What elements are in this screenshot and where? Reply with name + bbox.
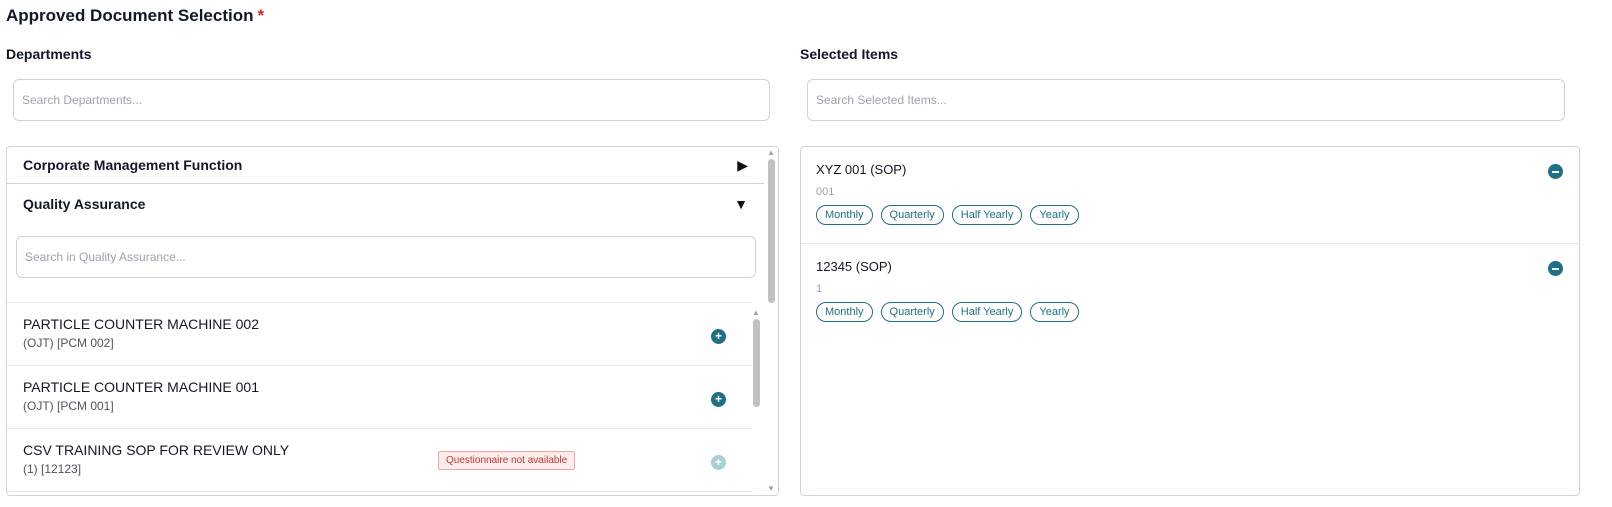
selected-item-code: 1 (816, 283, 823, 295)
item-code: (OJT) [PCM 001] (23, 399, 114, 413)
list-item: CSV TRAINING SOP FOR REVIEW ONLY (1) [12… (7, 429, 752, 492)
tag-quarterly[interactable]: Quarterly (880, 302, 944, 322)
scroll-down-arrow-icon[interactable]: ▼ (766, 485, 776, 493)
triangle-down-icon: ▼ (734, 195, 748, 212)
list-scrollbar[interactable]: ▲ (751, 309, 761, 485)
tag-yearly[interactable]: Yearly (1030, 302, 1079, 322)
departments-search (13, 79, 770, 121)
item-title: CSV TRAINING SOP FOR REVIEW ONLY (23, 442, 290, 458)
list-item: PARTICLE COUNTER MACHINE 002 (OJT) [PCM … (7, 303, 752, 366)
plus-circle-icon: + (711, 455, 726, 470)
selected-item-title: 12345 (SOP) (816, 259, 892, 274)
page-title-text: Approved Document Selection (6, 6, 254, 25)
triangle-right-icon: ▶ (737, 156, 748, 173)
tag-half-yearly[interactable]: Half Yearly (951, 205, 1023, 225)
departments-search-input[interactable] (14, 80, 769, 120)
item-code: (OJT) [PCM 002] (23, 336, 114, 350)
scroll-thumb[interactable] (752, 319, 760, 407)
selected-items-label: Selected Items (800, 46, 899, 62)
dept-group-quality-assurance[interactable]: Quality Assurance ▼ (7, 185, 764, 222)
required-mark: * (257, 6, 265, 25)
questionnaire-status-badge: Questionnaire not available (438, 451, 576, 470)
item-title: PARTICLE COUNTER MACHINE 002 (23, 316, 259, 332)
plus-circle-icon[interactable]: + (711, 329, 726, 344)
tag-quarterly[interactable]: Quarterly (880, 205, 944, 225)
tag-yearly[interactable]: Yearly (1030, 205, 1079, 225)
item-title: PARTICLE COUNTER MACHINE 001 (23, 379, 259, 395)
tag-monthly[interactable]: Monthly (816, 302, 873, 322)
selected-item: 12345 (SOP) 1 Monthly Quarterly Half Yea… (801, 244, 1579, 341)
minus-circle-icon[interactable] (1548, 261, 1563, 276)
frequency-tags: Monthly Quarterly Half Yearly Yearly (816, 205, 1579, 225)
dept-group-name: Corporate Management Function (23, 157, 243, 173)
list-item: PARTICLE COUNTER MACHINE 001 (OJT) [PCM … (7, 366, 752, 429)
dept-group-name: Quality Assurance (23, 195, 146, 212)
selected-items-panel: XYZ 001 (SOP) 001 Monthly Quarterly Half… (800, 146, 1580, 496)
scroll-thumb[interactable] (767, 159, 775, 303)
frequency-tags: Monthly Quarterly Half Yearly Yearly (816, 302, 1579, 322)
departments-label: Departments (6, 46, 92, 62)
tag-half-yearly[interactable]: Half Yearly (951, 302, 1023, 322)
dept-group-corporate-management[interactable]: Corporate Management Function ▶ (7, 147, 764, 184)
item-code: (1) [12123] (23, 462, 82, 476)
qa-search-input[interactable] (17, 237, 755, 277)
departments-panel: Corporate Management Function ▶ Quality … (6, 146, 779, 496)
scroll-up-arrow-icon[interactable]: ▲ (766, 149, 776, 157)
qa-document-list: PARTICLE COUNTER MACHINE 002 (OJT) [PCM … (7, 302, 752, 492)
selected-item: XYZ 001 (SOP) 001 Monthly Quarterly Half… (801, 147, 1579, 244)
minus-circle-icon[interactable] (1548, 164, 1563, 179)
scroll-up-arrow-icon[interactable]: ▲ (751, 309, 761, 317)
selected-items-search (807, 79, 1565, 121)
qa-search (16, 236, 756, 278)
selected-items-search-input[interactable] (808, 80, 1564, 120)
selected-item-code: 001 (816, 186, 835, 198)
page-title: Approved Document Selection * (6, 6, 264, 26)
selected-item-title: XYZ 001 (SOP) (816, 162, 907, 177)
tag-monthly[interactable]: Monthly (816, 205, 873, 225)
plus-circle-icon[interactable]: + (711, 392, 726, 407)
panel-scrollbar[interactable]: ▲ ▼ (766, 149, 776, 493)
